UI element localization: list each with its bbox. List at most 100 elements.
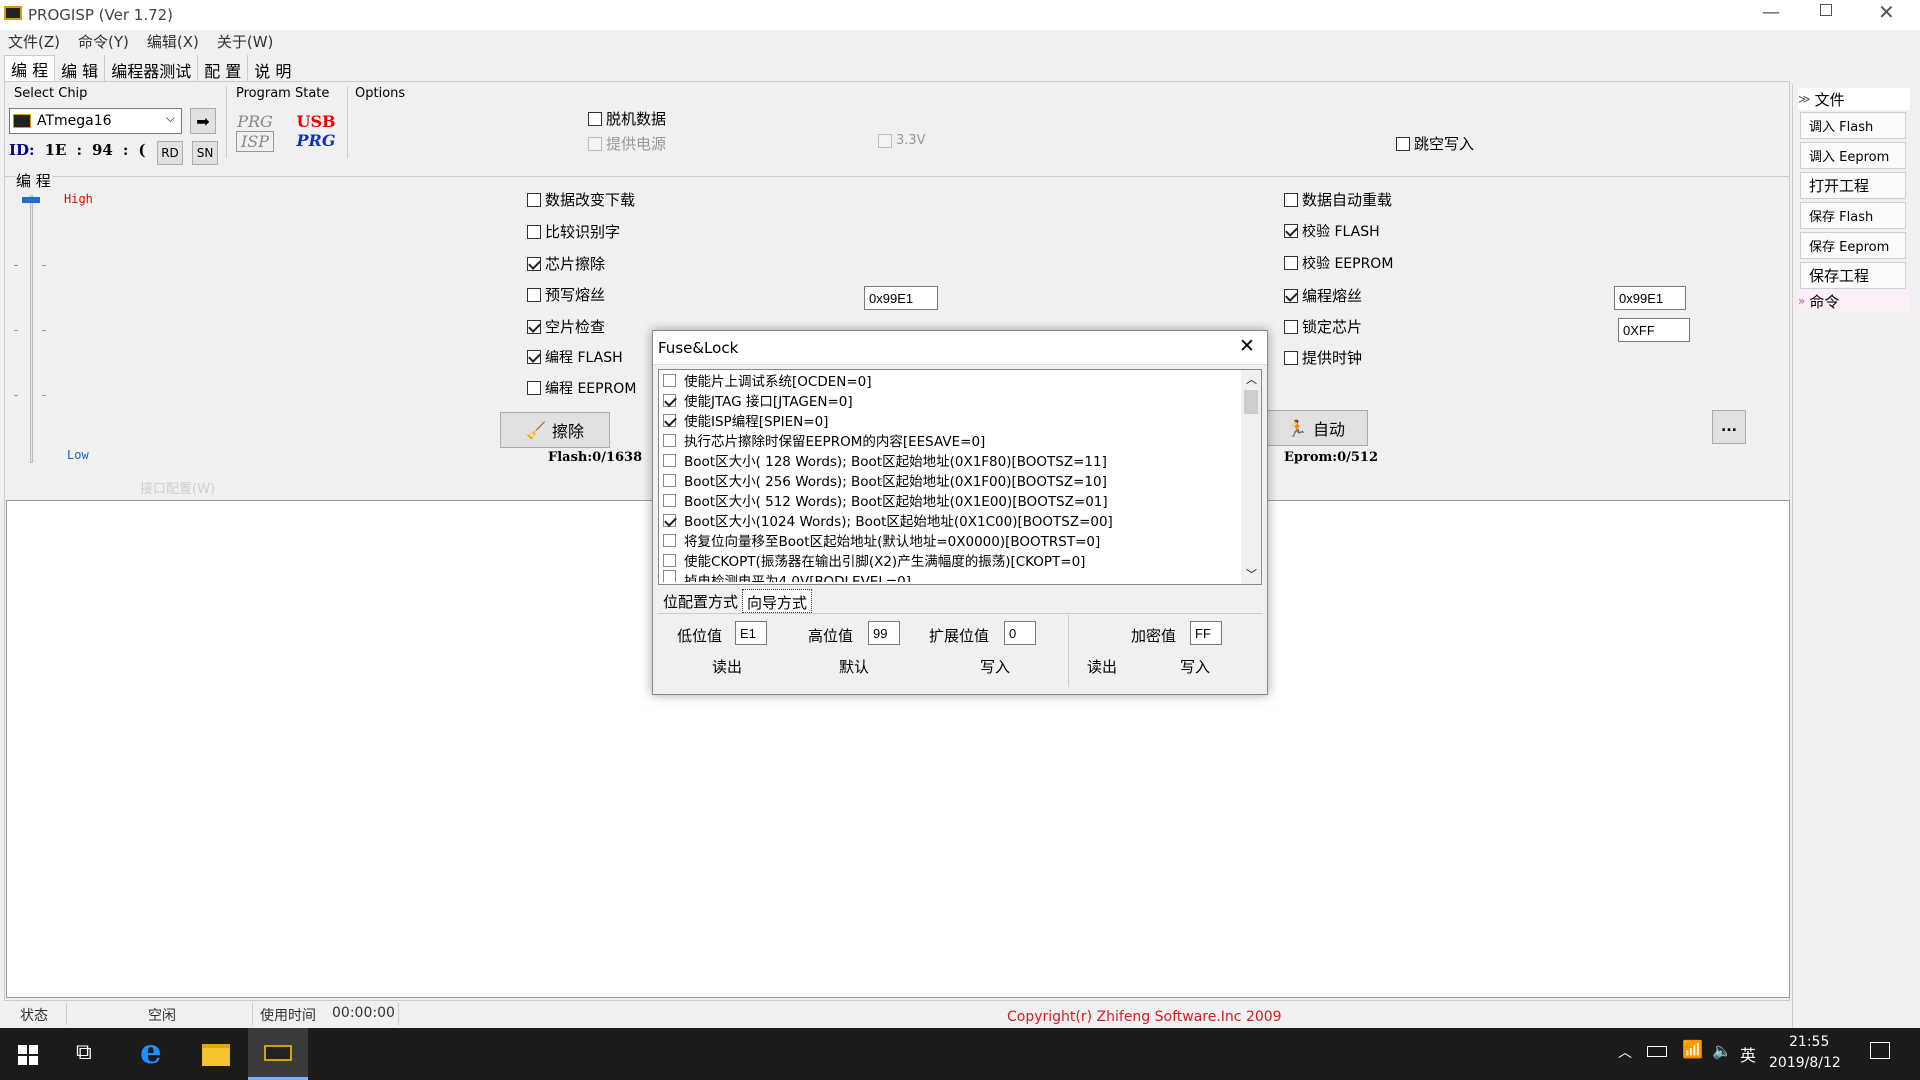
program-option-left[interactable]: 芯片擦除 — [527, 253, 605, 274]
power-checkbox[interactable]: 提供电源 — [588, 133, 666, 154]
app-icon — [4, 6, 22, 20]
menu-file[interactable]: 文件(Z) — [8, 31, 60, 53]
checkbox — [663, 553, 676, 567]
task-view-icon[interactable]: ⧉ — [76, 1040, 92, 1065]
save-project-button[interactable]: 保存工程 — [1800, 262, 1906, 289]
speed-slider[interactable] — [14, 195, 60, 465]
windows-start-icon[interactable] — [18, 1045, 38, 1065]
lock-input[interactable]: FF — [1190, 621, 1222, 645]
tab-help[interactable]: 说 明 — [248, 55, 297, 81]
voltage-3v3-checkbox[interactable]: 3.3V — [878, 133, 926, 148]
tray-chevron-icon[interactable]: ︿ — [1618, 1042, 1632, 1062]
tab-bit-config[interactable]: 位配置方式 — [659, 589, 742, 613]
skip-empty-checkbox[interactable]: 跳空写入 — [1396, 133, 1474, 154]
tab-wizard[interactable]: 向导方式 — [742, 589, 813, 613]
file-explorer-icon[interactable] — [202, 1044, 230, 1066]
program-option-left[interactable]: 数据改变下载 — [527, 189, 635, 210]
options-label: Options — [355, 86, 406, 101]
fuse-item[interactable]: 掉电检测电平为4.0V[BODLEVEL=0] — [663, 570, 911, 582]
fuse-default-button[interactable]: 默认 — [839, 656, 869, 677]
more-button[interactable]: ... — [1712, 410, 1746, 444]
dialog-close-icon[interactable]: ✕ — [1239, 335, 1255, 357]
erase-button[interactable]: 🧹 擦除 — [500, 412, 610, 448]
minimize-icon[interactable]: — — [1762, 2, 1780, 23]
tab-tester[interactable]: 编程器测试 — [105, 55, 199, 81]
menu-edit[interactable]: 编辑(X) — [147, 31, 199, 53]
scroll-thumb[interactable] — [1244, 390, 1258, 414]
program-option-right[interactable]: 编程熔丝 — [1284, 285, 1362, 306]
lock-value-input[interactable]: 0XFF — [1618, 318, 1690, 342]
program-option-right[interactable]: 校验 EEPROM — [1284, 253, 1393, 273]
scroll-up-icon[interactable]: ︿ — [1246, 371, 1257, 387]
high-fuse-input[interactable]: 99 — [868, 621, 900, 645]
command-section-header[interactable]: » 命令 — [1798, 290, 1910, 312]
program-option-right[interactable]: 数据自动重载 — [1284, 189, 1392, 210]
lock-write-button[interactable]: 写入 — [1180, 656, 1210, 677]
clock-date[interactable]: 2019/8/12 — [1769, 1055, 1841, 1071]
id-label: ID: — [9, 141, 35, 159]
scroll-down-icon[interactable]: ﹀ — [1246, 566, 1257, 582]
program-option-right[interactable]: 校验 FLASH — [1284, 221, 1380, 241]
auto-button[interactable]: 🏃 自动 — [1264, 410, 1368, 446]
fuse-read-button[interactable]: 读出 — [712, 656, 742, 677]
tab-config[interactable]: 配 置 — [198, 55, 249, 81]
chip-select[interactable]: ATmega16 ⌵ — [9, 108, 182, 134]
program-option-left[interactable]: 编程 FLASH — [527, 347, 623, 367]
wifi-icon[interactable]: 📶 — [1682, 1040, 1703, 1060]
load-eeprom-button[interactable]: 调入 Eeprom — [1800, 142, 1906, 169]
close-icon[interactable]: ✕ — [1878, 0, 1895, 24]
ime-indicator[interactable]: 英 — [1740, 1042, 1756, 1066]
checkbox — [878, 133, 892, 148]
low-fuse-input[interactable]: E1 — [735, 621, 767, 645]
volume-icon[interactable]: 🔈 — [1712, 1041, 1732, 1060]
fuse-list-scrollbar[interactable]: ︿ ﹀ — [1241, 370, 1261, 584]
progisp-taskbar-icon[interactable] — [248, 1028, 308, 1080]
clock-time[interactable]: 21:55 — [1789, 1034, 1829, 1050]
load-flash-button[interactable]: 调入 Flash — [1800, 112, 1906, 139]
id-byte-2: 94 — [91, 141, 113, 159]
speed-high-label: High — [64, 192, 93, 206]
sn-button[interactable]: SN — [192, 141, 218, 165]
tab-edit[interactable]: 编 辑 — [55, 55, 106, 81]
program-option-right[interactable]: 提供时钟 — [1284, 347, 1362, 368]
checkbox — [1284, 350, 1298, 365]
fuse-item[interactable]: 执行芯片擦除时保留EEPROM的内容[EESAVE=0] — [663, 430, 985, 450]
notification-icon[interactable] — [1870, 1042, 1890, 1059]
fuse-write-button[interactable]: 写入 — [980, 656, 1010, 677]
edge-icon[interactable]: e — [140, 1032, 162, 1072]
program-option-left[interactable]: 编程 EEPROM — [527, 378, 636, 398]
tab-program[interactable]: 编 程 — [4, 55, 56, 81]
apply-chip-button[interactable]: ➡ — [190, 108, 216, 134]
save-flash-button[interactable]: 保存 Flash — [1800, 202, 1906, 229]
fuse-item[interactable]: 使能片上调试系统[OCDEN=0] — [663, 370, 872, 390]
battery-icon[interactable] — [1647, 1046, 1667, 1057]
save-eeprom-button[interactable]: 保存 Eeprom — [1800, 232, 1906, 259]
menu-command[interactable]: 命令(Y) — [78, 31, 129, 53]
offline-data-checkbox[interactable]: 脱机数据 — [588, 108, 666, 129]
restore-icon[interactable] — [1820, 4, 1832, 16]
fuse-item[interactable]: Boot区大小( 128 Words); Boot区起始地址(0X1F80)[B… — [663, 450, 1107, 470]
fuse-item[interactable]: Boot区大小(1024 Words); Boot区起始地址(0X1C00)[B… — [663, 510, 1113, 530]
program-option-right[interactable]: 锁定芯片 — [1284, 316, 1362, 337]
lock-read-button[interactable]: 读出 — [1087, 656, 1117, 677]
slider-thumb[interactable] — [22, 197, 40, 203]
fuse-value-input-right[interactable]: 0x99E1 — [1614, 286, 1686, 310]
high-fuse-label: 高位值 — [808, 627, 854, 645]
program-option-left[interactable]: 空片检查 — [527, 316, 605, 337]
open-project-button[interactable]: 打开工程 — [1800, 172, 1906, 199]
fuse-item[interactable]: 将复位向量移至Boot区起始地址(默认地址=0X0000)[BOOTRST=0] — [663, 530, 1100, 550]
program-option-left[interactable]: 预写熔丝 — [527, 284, 605, 305]
file-section-header[interactable]: ≫ 文件 — [1798, 88, 1910, 110]
id-byte-1: 1E — [44, 141, 67, 159]
fuse-item[interactable]: 使能CKOPT(振荡器在输出引脚(X2)产生满幅度的振荡)[CKOPT=0] — [663, 550, 1085, 570]
ext-fuse-input[interactable]: 0 — [1004, 621, 1036, 645]
fuse-item[interactable]: Boot区大小( 256 Words); Boot区起始地址(0X1F00)[B… — [663, 470, 1107, 490]
fuse-item[interactable]: 使能ISP编程[SPIEN=0] — [663, 410, 828, 430]
checkbox — [527, 287, 541, 302]
fuse-item[interactable]: 使能JTAG 接口[JTAGEN=0] — [663, 390, 853, 410]
fuse-item[interactable]: Boot区大小( 512 Words); Boot区起始地址(0X1E00)[B… — [663, 490, 1108, 510]
program-option-left[interactable]: 比较识别字 — [527, 221, 620, 242]
fuse-value-input[interactable]: 0x99E1 — [864, 286, 938, 310]
rd-button[interactable]: RD — [157, 141, 183, 165]
menu-about[interactable]: 关于(W) — [217, 31, 274, 53]
